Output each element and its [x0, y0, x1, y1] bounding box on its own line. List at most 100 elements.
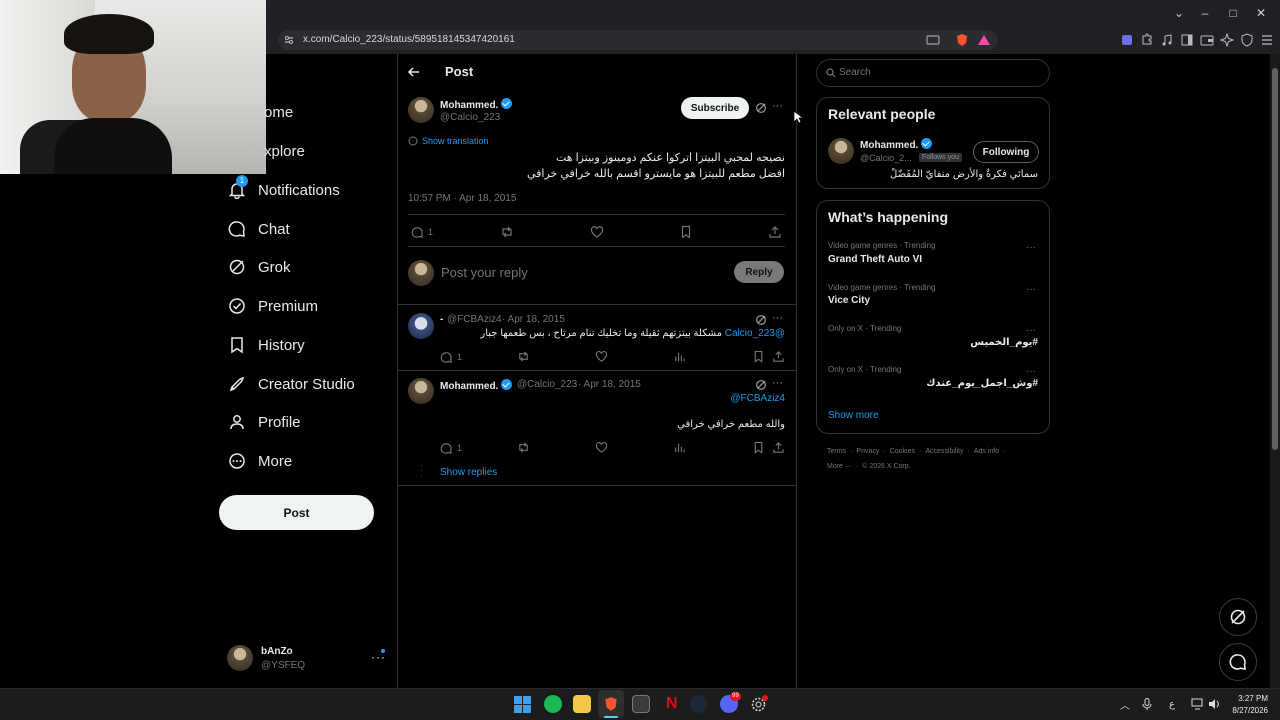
reply-author[interactable]: -	[440, 314, 443, 325]
post-more-icon[interactable]: ···	[772, 100, 783, 112]
footer-cookies[interactable]: Cookies	[890, 448, 915, 455]
subscribe-button[interactable]: Subscribe	[681, 97, 749, 119]
views-icon[interactable]	[673, 441, 686, 454]
show-translation-link[interactable]: Show translation	[422, 136, 489, 146]
footer-privacy[interactable]: Privacy	[856, 448, 879, 455]
spotify-icon[interactable]	[544, 695, 562, 713]
language-indicator[interactable]: ع	[1169, 699, 1175, 710]
trend-more-icon[interactable]: ···	[1026, 284, 1036, 295]
minimize-icon[interactable]: –	[1196, 5, 1214, 21]
reply-more-icon[interactable]: ···	[772, 377, 783, 389]
clock-date[interactable]: 8/27/2026	[1225, 706, 1268, 715]
like-icon[interactable]	[590, 225, 604, 239]
relevant-name[interactable]: Mohammed.	[860, 138, 933, 151]
reply-more-icon[interactable]: ···	[772, 312, 783, 324]
hamburger-menu-icon[interactable]	[1260, 33, 1274, 47]
share-icon[interactable]	[772, 350, 785, 363]
share-icon[interactable]	[772, 441, 785, 454]
account-avatar[interactable]	[227, 645, 253, 671]
reply-mention[interactable]: @Calcio_223	[725, 328, 785, 339]
share-icon[interactable]	[768, 225, 782, 239]
reply-input[interactable]: Post your reply	[441, 265, 528, 280]
repost-icon[interactable]	[517, 441, 530, 454]
post-author[interactable]: Mohammed.	[440, 98, 513, 111]
chat-float-button[interactable]	[1219, 643, 1257, 681]
reply-action[interactable]: 1	[440, 350, 462, 364]
brave-rewards-icon[interactable]	[977, 33, 991, 47]
url-text[interactable]: x.com/Calcio_223/status/5895181453474201…	[303, 34, 515, 45]
steam-icon[interactable]	[690, 695, 708, 713]
show-replies-link[interactable]: Show replies	[440, 467, 497, 478]
reply-handle[interactable]: @Calcio_223	[517, 379, 577, 390]
reply-mention[interactable]: @FCBAziz4	[730, 393, 785, 404]
leo-ai-icon[interactable]	[1220, 33, 1234, 47]
grok-float-button[interactable]	[1219, 598, 1257, 636]
nav-home[interactable]: ome	[228, 98, 293, 126]
grok-icon[interactable]	[755, 379, 767, 391]
like-icon[interactable]	[595, 441, 608, 454]
file-explorer-icon[interactable]	[573, 695, 591, 713]
nav-premium[interactable]: Premium	[228, 292, 318, 320]
footer-more[interactable]: More ···	[827, 463, 852, 470]
repost-icon[interactable]	[500, 225, 514, 239]
following-button[interactable]: Following	[973, 141, 1039, 163]
brave-browser-icon[interactable]	[603, 695, 619, 713]
trend-more-icon[interactable]: ···	[1026, 366, 1036, 377]
show-more-link[interactable]: Show more	[828, 410, 879, 421]
nav-profile[interactable]: Profile	[228, 408, 301, 436]
nav-more[interactable]: More	[228, 447, 292, 475]
music-icon[interactable]	[1160, 33, 1174, 47]
store-icon[interactable]	[632, 695, 650, 713]
reply-author-avatar[interactable]	[408, 378, 434, 404]
nav-chat[interactable]: Chat	[228, 215, 290, 243]
reply-action[interactable]: 1	[440, 441, 462, 455]
post-handle[interactable]: @Calcio_223	[440, 112, 500, 123]
site-info-icon[interactable]	[284, 35, 294, 45]
netflix-icon[interactable]: N	[666, 695, 678, 713]
nav-notifications[interactable]: 1 Notifications	[228, 175, 340, 204]
nav-explore[interactable]: xplore	[228, 137, 305, 165]
reply-handle[interactable]: @FCBAziz4	[447, 314, 502, 325]
trend-more-icon[interactable]: ···	[1026, 242, 1036, 253]
relevant-handle[interactable]: @Calcio_2...	[860, 153, 912, 163]
sidebar-icon[interactable]	[1180, 33, 1194, 47]
scrollbar-thumb[interactable]	[1272, 68, 1278, 450]
clock-time[interactable]: 3:27 PM	[1228, 694, 1268, 703]
nav-history[interactable]: History	[228, 331, 305, 359]
footer-terms[interactable]: Terms	[827, 448, 846, 455]
author-avatar[interactable]	[408, 97, 434, 123]
footer-ads-info[interactable]: Ads info	[974, 448, 999, 455]
cast-icon[interactable]	[926, 33, 940, 47]
footer-accessibility[interactable]: Accessibility	[925, 448, 963, 455]
like-icon[interactable]	[595, 350, 608, 363]
reply-author[interactable]: Mohammed.	[440, 379, 513, 392]
maximize-icon[interactable]: □	[1224, 5, 1242, 21]
post-button[interactable]: Post	[219, 495, 374, 530]
reply-author-avatar[interactable]	[408, 313, 434, 339]
volume-icon[interactable]	[1208, 698, 1221, 710]
puzzle-icon[interactable]	[1140, 33, 1154, 47]
views-icon[interactable]	[673, 350, 686, 363]
grok-icon[interactable]	[755, 102, 767, 114]
extension-icon[interactable]	[1120, 33, 1134, 47]
grok-icon[interactable]	[755, 314, 767, 326]
tray-chevron-icon[interactable]: ︿	[1120, 697, 1130, 712]
back-arrow-icon[interactable]	[407, 65, 421, 79]
vpn-shield-icon[interactable]	[1240, 33, 1254, 47]
brave-shield-icon[interactable]	[955, 33, 969, 47]
windows-start-icon[interactable]	[514, 696, 531, 713]
relevant-avatar[interactable]	[828, 138, 854, 164]
bookmark-icon[interactable]	[679, 225, 693, 239]
wallet-icon[interactable]	[1200, 33, 1214, 47]
trend-more-icon[interactable]: ···	[1026, 325, 1036, 336]
nav-creator-studio[interactable]: Creator Studio	[228, 370, 355, 398]
reply-action[interactable]: 1	[411, 225, 433, 239]
network-icon[interactable]	[1191, 698, 1204, 710]
bookmark-icon[interactable]	[752, 441, 765, 454]
repost-icon[interactable]	[517, 350, 530, 363]
close-window-icon[interactable]: ✕	[1252, 5, 1270, 21]
tab-list-chevron-icon[interactable]: ⌄	[1170, 5, 1188, 21]
reply-button[interactable]: Reply	[734, 261, 784, 283]
microphone-icon[interactable]	[1142, 698, 1152, 711]
nav-grok[interactable]: Grok	[228, 253, 291, 281]
